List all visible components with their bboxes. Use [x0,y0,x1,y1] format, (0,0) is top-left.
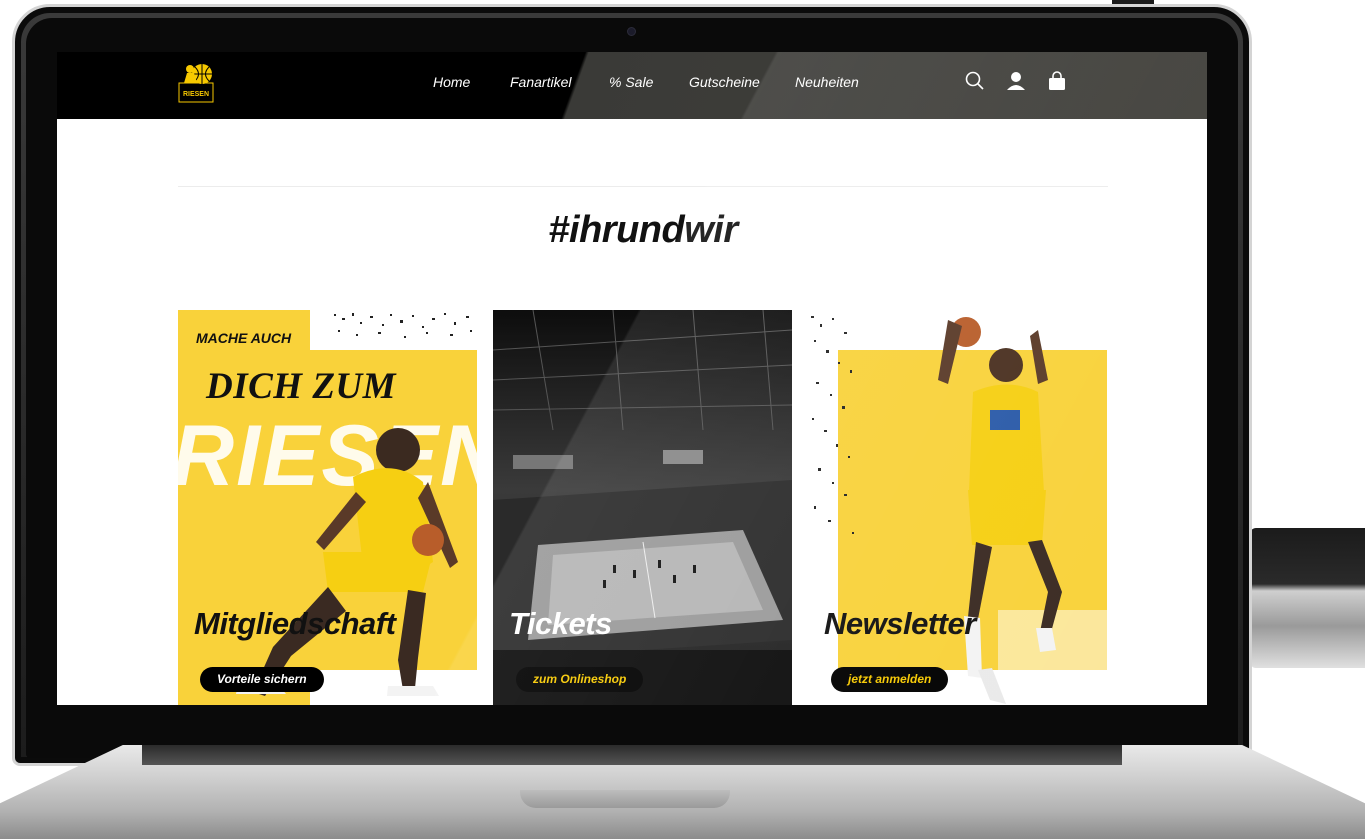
nav-fanartikel[interactable]: Fanartikel [510,74,571,90]
tickets-card[interactable]: Tickets zum Onlineshop [493,310,792,705]
onlineshop-button[interactable]: zum Onlineshop [516,667,644,692]
card-kicker: MACHE AUCH [196,330,292,346]
bag-icon[interactable] [1047,71,1067,91]
laptop-hinge [142,745,1122,765]
laptop-notch [520,790,730,808]
nav-home[interactable]: Home [433,74,470,90]
nav-neuheiten[interactable]: Neuheiten [795,74,859,90]
player-jumping-image [938,317,1062,704]
card-title: Mitgliedschaft [194,606,396,641]
nav-sale[interactable]: % Sale [609,74,653,90]
site-header: RIESEN Home Fanartikel % Sale Gutscheine… [57,52,1207,119]
section-hashtag: #ihrundwir [548,209,738,251]
subscribe-button[interactable]: jetzt anmelden [831,667,949,692]
user-icon[interactable] [1006,71,1026,91]
background-laptop [1250,528,1365,668]
speckle-texture [334,313,472,338]
card-headline: DICH ZUM [206,366,397,407]
section-divider [178,186,1108,187]
card-title: Newsletter [824,606,976,641]
speckle-texture [811,316,854,534]
browser-viewport: RIESEN Home Fanartikel % Sale Gutscheine… [57,52,1207,705]
membership-card[interactable]: MACHE AUCH DICH ZUM RIESEN Mitgliedschaf… [178,310,477,705]
benefits-button[interactable]: Vorteile sichern [200,667,324,692]
main-nav: Home Fanartikel % Sale Gutscheine Neuhei… [57,52,1207,119]
player-dribbling-image [236,428,458,696]
newsletter-card[interactable]: Newsletter jetzt anmelden [808,310,1107,705]
nav-gutscheine[interactable]: Gutscheine [689,74,760,90]
arena-image [493,310,792,705]
webcam-icon [627,27,636,36]
search-icon[interactable] [965,71,985,91]
card-title: Tickets [509,606,612,641]
